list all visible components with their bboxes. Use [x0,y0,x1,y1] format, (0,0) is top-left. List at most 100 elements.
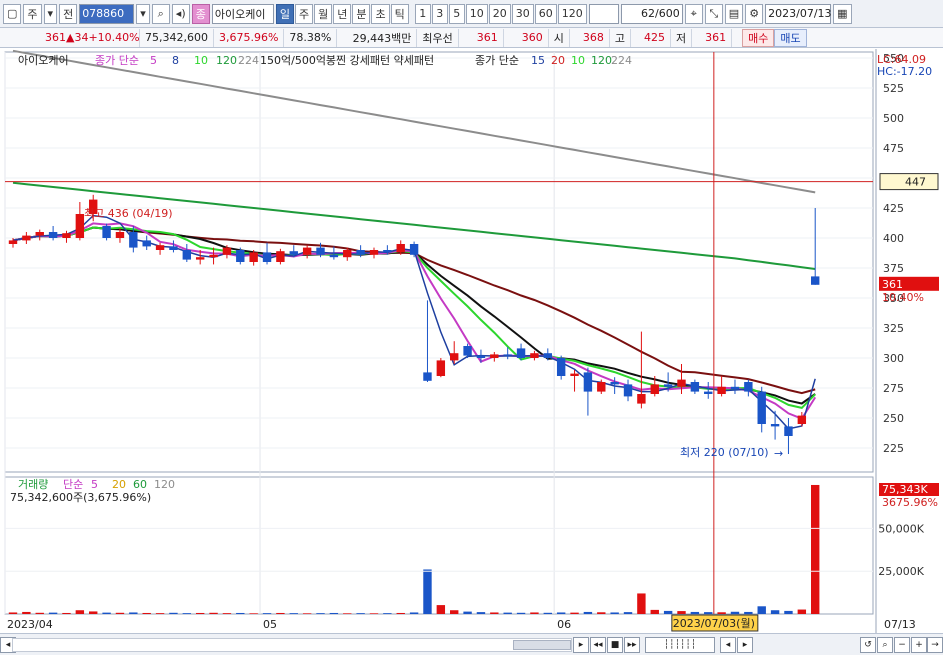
candle-body [195,257,205,260]
period-tab[interactable]: 틱 [390,3,409,24]
period-tab[interactable]: 분 [352,3,371,24]
period-tab[interactable]: 월 [314,3,333,24]
volume-value: 75,342,600 [145,31,208,44]
stock-type-badge[interactable]: 종 [191,3,210,24]
zoom-in-search-icon[interactable]: ⌕ [877,637,893,653]
high-price: 425 [631,28,671,47]
zoom-out-icon[interactable]: − [894,637,910,653]
price-volume-chart[interactable]: 2252502753003253503754004254504755005255… [0,49,943,633]
open-price: 368 [570,28,610,47]
legend-ma2-period: 15 [531,54,545,67]
volume-bar [650,609,659,614]
scroll-thumb[interactable] [513,640,571,650]
amount: 29,443백만 [337,28,418,47]
chart-scrollbar[interactable]: ◂ ▸ ◂◂ ■ ▸▸ ┆┆┆┆┆┆ ◂ ▸ ↺ ⌕ − + → [0,633,943,655]
interval-tab[interactable]: 30 [511,3,534,24]
volume-bar [663,610,673,614]
candle-body [556,358,566,376]
volume-bar [249,613,258,614]
volume-bar [383,613,392,614]
candle-body [236,250,245,262]
code-dropdown-icon[interactable]: ▾ [136,3,150,24]
market-select[interactable]: 전 [59,3,78,24]
volume-bar [610,612,619,614]
volume-bar [757,606,766,614]
interval-tab[interactable]: 10 [465,3,488,24]
interval-tab[interactable]: 3 [431,3,448,24]
y-tick-label: 525 [883,82,904,95]
y-tick-label: 425 [883,202,904,215]
period-tab[interactable]: 일 [275,3,294,24]
chevron-down-icon[interactable]: ▾ [43,3,58,24]
volume-legend-ma: 단순 [63,478,83,491]
interval-tab[interactable]: 1 [414,3,431,24]
code-input[interactable]: 078860 [79,3,135,24]
zoom-left-icon[interactable]: ◂ [720,637,736,653]
candle-body [329,254,339,258]
candle-body [289,251,298,255]
zoom-slider[interactable]: ┆┆┆┆┆┆ [645,637,715,653]
scroll-right-icon[interactable]: ▸ [573,637,589,653]
cursor-date-label: 2023/07/03(월) [673,617,755,630]
reset-zoom-icon[interactable]: ↺ [860,637,876,653]
volume-tick-label: 25,000K [878,565,924,578]
volume-bar [236,612,245,614]
x-tick-label: 07/13 [884,618,916,631]
candle-body [249,252,258,262]
sell-button[interactable]: 매도 [774,28,807,47]
interval-custom-input[interactable] [588,3,619,24]
legend-pattern: 150억/500억봉찐 강세패턴 약세패턴 [260,53,434,67]
rewind-icon[interactable]: ◂◂ [590,637,606,653]
candle-body [169,246,178,250]
play-icon[interactable]: ▸▸ [624,637,640,653]
candle-body [75,214,85,238]
volume-bar [356,613,365,614]
volume-tick-label: 50,000K [878,522,924,535]
zoom-in-icon[interactable]: + [911,637,927,653]
interval-tab[interactable]: 20 [488,3,511,24]
interval-tab[interactable]: 120 [557,3,587,24]
best-ask-label: 최우선 [417,28,459,47]
legend-ma2-period: 224 [611,54,632,67]
date-input[interactable]: 2023/07/13 [765,3,832,24]
candle-body [490,354,499,358]
volume-bar [409,612,419,614]
candle-body [690,382,700,392]
buy-button[interactable]: 매수 [742,28,775,47]
zoom-right-icon[interactable]: ▸ [737,637,753,653]
volume-bar [155,613,165,614]
scroll-track[interactable] [12,638,572,652]
stop-icon[interactable]: ■ [607,637,623,653]
x-tick-label: 2023/04 [7,618,53,631]
high-annotation: 최고 436 (04/19) [84,207,173,220]
search-icon[interactable]: ⌕ [151,3,170,24]
y-tick-label: 500 [883,112,904,125]
y-tick-label: 400 [883,232,904,245]
crosshair-icon[interactable]: ⌖ [684,3,703,24]
volume-bar [637,593,646,614]
period-select[interactable]: 주 [23,3,42,24]
volume-bar [169,612,178,614]
period-tab[interactable]: 주 [294,3,314,24]
volume-bar [48,612,58,614]
arrow-right-icon[interactable]: → [927,637,943,653]
volume-bar [744,611,753,614]
draw-tool-icon[interactable]: ⤡ [704,3,723,24]
save-icon[interactable]: ▤ [724,3,744,24]
speaker-icon[interactable]: ◂) [171,3,190,24]
chart-area[interactable]: 2252502753003253503754004254504755005255… [0,49,943,633]
best-bid: 360 [504,28,549,47]
window-menu-icon[interactable]: ▢ [3,3,22,24]
candle-body [797,415,807,424]
interval-tab[interactable]: 60 [534,3,557,24]
interval-tab[interactable]: 5 [448,3,465,24]
y-tick-label: 250 [883,412,904,425]
calendar-icon[interactable]: ▦ [833,3,852,24]
period-tab[interactable]: 년 [333,3,352,24]
count-input[interactable]: 62/600 [620,3,683,24]
gear-icon[interactable]: ⚙ [745,3,764,24]
volume-bar [129,612,138,614]
period-tab[interactable]: 초 [371,3,390,24]
legend-ma-period: 5 [150,54,157,67]
volume-bar [62,612,71,614]
